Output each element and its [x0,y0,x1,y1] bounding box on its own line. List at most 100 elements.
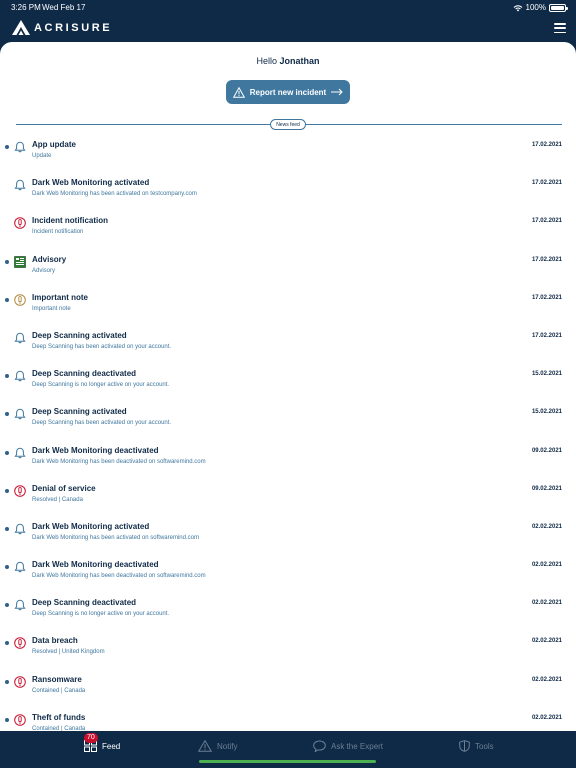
chat-icon [313,740,326,752]
feed-item-subtitle: Dark Web Monitoring has been activated o… [32,534,199,541]
feed-item[interactable]: Dark Web Monitoring deactivated Dark Web … [0,441,576,479]
warning-icon [198,740,212,752]
tab-feed[interactable]: 70 Feed [84,733,121,752]
feed-item-title: Deep Scanning deactivated [32,369,137,379]
feed-item[interactable]: Incident notification Incident notificati… [0,211,576,249]
feed-item-title: Advisory [32,254,67,264]
feed-item-subtitle: Incident notification [32,229,84,236]
feed-item-date: 17.02.2021 [531,332,562,339]
feed-item-subtitle: Deep Scanning is no longer active on you… [32,382,170,389]
bell-icon [14,446,26,458]
tab-notify[interactable]: Notify [198,740,237,752]
unread-dot [5,603,9,608]
feed-item-title: Dark Web Monitoring deactivated [32,445,159,455]
report-incident-button[interactable]: Report new incident [226,80,350,104]
feed-item[interactable]: Deep Scanning deactivated Deep Scanning i… [0,593,576,631]
shield-icon [459,740,470,752]
feed-item[interactable]: App update Update 17.02.2021 [0,135,576,173]
feed-item[interactable]: Deep Scanning activated Deep Scanning has… [0,402,576,440]
alert-icon [14,713,26,726]
feed-item-subtitle: Deep Scanning has been activated on your… [32,343,172,350]
tab-feed-label: Feed [102,741,121,751]
feed-item-subtitle: Dark Web Monitoring has been deactivated… [32,458,206,465]
unread-dot [5,679,9,684]
bell-icon [14,331,26,344]
unread-dot [5,297,9,302]
feed-item[interactable]: Deep Scanning deactivated Deep Scanning i… [0,364,576,402]
feed-item-date: 17.02.2021 [531,142,562,148]
feed-item-date: 02.02.2021 [531,638,562,645]
status-bar: 3:26 PM Wed Feb 17 100% [0,0,576,14]
status-time: 3:26 PM [11,3,41,12]
feed-item-title: Deep Scanning activated [32,407,127,417]
feed-item[interactable]: Advisory Advisory 17.02.2021 [0,250,576,288]
feed-item[interactable]: Denial of service Resolved | Canada 09.02.… [0,479,576,517]
unread-dot [5,641,9,646]
bell-icon [14,178,26,191]
status-indicators: 100% [513,3,568,12]
feed-item-subtitle: Dark Web Monitoring has been deactivated… [32,573,206,580]
feed-item-title: Deep Scanning activated [32,330,127,340]
feed-item-date: 17.02.2021 [531,218,562,225]
feed-item-date: 02.02.2021 [531,562,562,569]
alert-icon [14,675,26,688]
feed-item-title: Theft of funds [32,712,86,722]
feed-item-title: Dark Web Monitoring deactivated [32,560,159,570]
feed-item-date: 09.02.2021 [531,485,562,492]
feed-item-title: Data breach [32,636,78,646]
feed-item[interactable]: Important note Important note 17.02.2021 [0,288,576,326]
tab-tools[interactable]: Tools [459,740,494,752]
unread-dot [5,717,9,722]
feed-item-date: 02.02.2021 [531,600,562,607]
feed-item-title: Important note [32,292,88,302]
feed-item-date: 17.02.2021 [531,180,562,187]
tab-bar: 70 Feed Notify Ask the Expert Tools [0,731,576,768]
warning-icon [232,86,245,98]
hamburger-menu-icon[interactable] [554,23,566,33]
tab-ask-expert[interactable]: Ask the Expert [313,740,383,752]
feed-item-subtitle: Advisory [32,267,56,274]
unread-dot [5,450,9,455]
feed-item-date: 17.02.2021 [531,256,562,263]
bell-icon [14,369,26,382]
brand-name: ACRISURE [34,21,113,34]
alert-icon [14,216,26,230]
feed-item-date: 02.02.2021 [531,714,562,721]
feed-item-date: 17.02.2021 [531,294,562,301]
feed-item-title: Dark Web Monitoring activated [32,521,150,531]
unread-dot [5,145,9,149]
feed-item-subtitle: Dark Web Monitoring has been activated o… [32,191,197,198]
news-feed-label: News feed [270,119,306,130]
feed-item-date: 15.02.2021 [531,409,562,416]
report-button-label: Report new incident [249,87,327,97]
app-header: ACRISURE [0,14,576,44]
feed-item-subtitle: Deep Scanning is no longer active on you… [32,611,170,618]
arrow-right-icon [331,88,343,96]
feed-item-date: 15.02.2021 [531,371,562,378]
feed-item[interactable]: Deep Scanning activated Deep Scanning has… [0,326,576,364]
feed-item-title: App update [32,140,76,149]
feed-count-badge: 70 [84,733,98,743]
feed-item-date: 02.02.2021 [531,676,562,683]
feed-item[interactable]: Dark Web Monitoring deactivated Dark Web … [0,555,576,593]
battery-icon [549,3,568,12]
home-indicator [199,760,376,763]
feed-item[interactable]: Ransomware Contained | Canada 02.02.2021 [0,670,576,708]
user-name: Jonathan [279,56,320,66]
unread-dot [5,259,9,264]
alert-icon [14,484,26,497]
feed-item[interactable]: Theft of funds Contained | Canada 02.02.20… [0,708,576,731]
status-date: Wed Feb 17 [42,3,86,12]
bell-icon [14,140,26,153]
acrisure-logo-icon [12,20,30,35]
feed-item-title: Denial of service [32,483,96,493]
feed-item[interactable]: Dark Web Monitoring activated Dark Web Mo… [0,517,576,555]
unread-dot [5,526,9,531]
wifi-icon [513,4,522,11]
tab-notify-label: Notify [217,741,238,751]
feed-item[interactable]: Dark Web Monitoring activated Dark Web Mo… [0,173,576,211]
feed-item[interactable]: Data breach Resolved | United Kingdom 02.0… [0,631,576,669]
unread-dot [5,374,9,379]
bell-icon [14,522,26,535]
tab-ask-label: Ask the Expert [331,741,384,751]
